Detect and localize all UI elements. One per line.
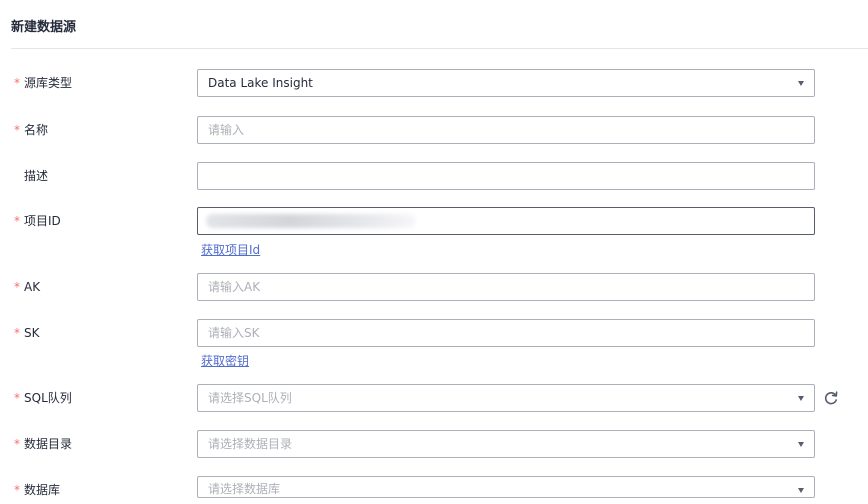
chevron-down-icon xyxy=(798,396,804,401)
catalog-select[interactable]: 请选择数据目录 xyxy=(197,430,815,458)
divider xyxy=(11,48,868,49)
sk-input[interactable]: 请输入SK xyxy=(197,319,815,347)
project-id-input[interactable] xyxy=(197,207,815,235)
required-marker: * xyxy=(14,214,20,228)
required-marker: * xyxy=(14,437,20,451)
sk-label: * SK xyxy=(14,326,40,340)
required-marker: * xyxy=(14,76,20,90)
required-marker: * xyxy=(14,483,20,497)
get-key-link[interactable]: 获取密钥 xyxy=(201,352,249,369)
catalog-placeholder: 请选择数据目录 xyxy=(208,437,293,451)
ak-label: * AK xyxy=(14,280,41,294)
description-input[interactable] xyxy=(197,162,815,190)
sql-queue-label: * SQL队列 xyxy=(14,391,72,405)
source-type-value: Data Lake Insight xyxy=(208,76,313,90)
sql-queue-placeholder: 请选择SQL队列 xyxy=(208,391,292,405)
database-label: * 数据库 xyxy=(14,483,61,497)
refresh-icon[interactable] xyxy=(822,389,840,407)
name-input[interactable]: 请输入 xyxy=(197,116,815,144)
catalog-label: * 数据目录 xyxy=(14,437,73,451)
description-label: 描述 xyxy=(24,169,49,183)
chevron-down-icon xyxy=(798,442,804,447)
get-project-id-link[interactable]: 获取项目Id xyxy=(201,241,260,258)
project-id-label: * 项目ID xyxy=(14,214,61,228)
chevron-down-icon xyxy=(798,488,804,493)
required-marker: * xyxy=(14,326,20,340)
source-type-label: * 源库类型 xyxy=(14,76,73,90)
ak-placeholder: 请输入AK xyxy=(208,280,261,294)
source-type-select[interactable]: Data Lake Insight xyxy=(197,69,815,97)
redacted-value xyxy=(206,214,416,228)
chevron-down-icon xyxy=(798,81,804,86)
sk-placeholder: 请输入SK xyxy=(208,326,260,340)
ak-input[interactable]: 请输入AK xyxy=(197,273,815,301)
required-marker: * xyxy=(14,391,20,405)
page-title: 新建数据源 xyxy=(11,20,77,35)
database-placeholder: 请选择数据库 xyxy=(208,482,281,496)
name-label: * 名称 xyxy=(14,123,49,137)
sql-queue-select[interactable]: 请选择SQL队列 xyxy=(197,384,815,412)
database-select[interactable]: 请选择数据库 xyxy=(197,476,815,498)
name-placeholder: 请输入 xyxy=(208,123,245,137)
required-marker: * xyxy=(14,280,20,294)
required-marker: * xyxy=(14,123,20,137)
